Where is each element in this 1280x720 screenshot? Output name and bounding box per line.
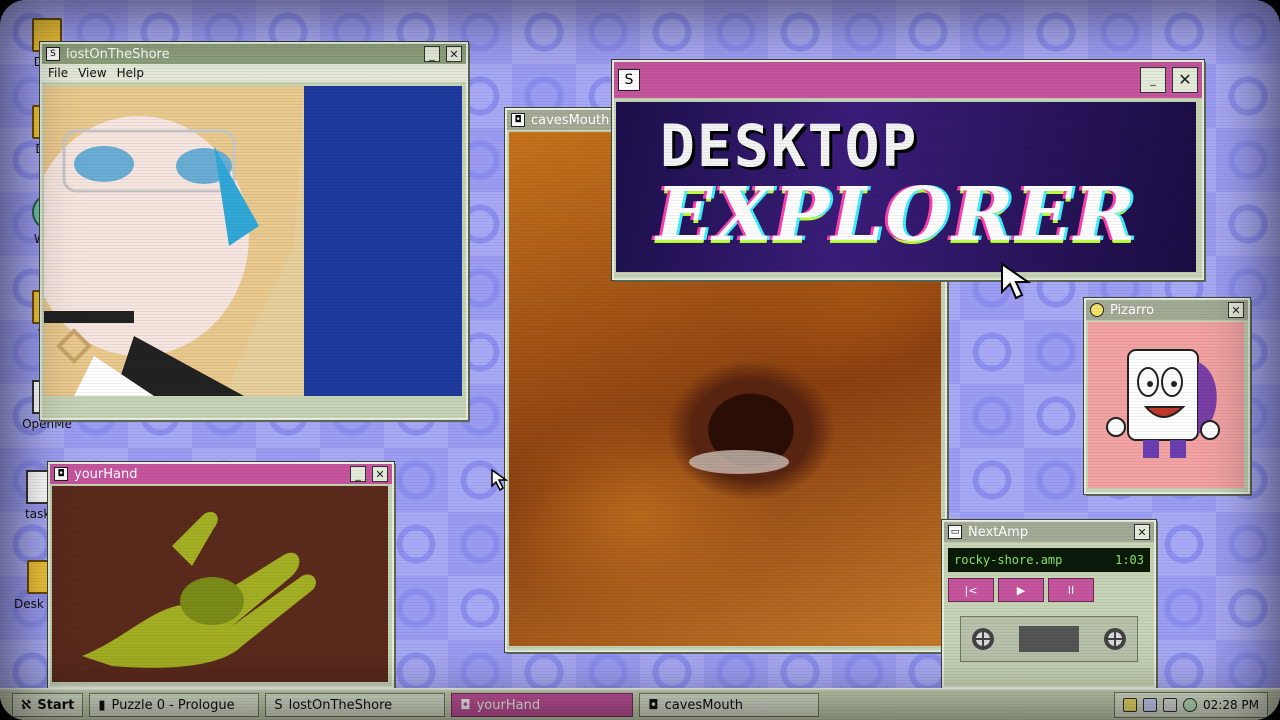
window-titlebar[interactable]: S lostOnTheShore _ ✕ [42,44,466,64]
tape-window [1019,626,1079,652]
app-icon: S [46,47,60,61]
close-button[interactable]: ✕ [1134,524,1150,540]
app-icon: ◘ [511,113,525,127]
window-titlebar[interactable]: Pizarro ✕ [1086,300,1248,320]
character-portrait [44,86,462,396]
close-button[interactable]: ✕ [1228,302,1244,318]
taskbar-item-label: yourHand [476,697,541,713]
previous-button[interactable]: |< [948,578,994,602]
start-logo-icon: ℵ [21,697,32,713]
logo-line-desktop: DESKTOP [660,112,919,180]
window-pizarro[interactable]: Pizarro ✕ [1084,298,1250,494]
minimize-button[interactable]: _ [350,466,366,482]
clock-icon[interactable] [1183,698,1197,712]
taskbar-item-label: cavesMouth [664,697,743,713]
app-icon: ▭ [948,525,962,539]
minimize-button[interactable]: _ [1140,67,1166,93]
close-button[interactable]: ✕ [372,466,388,482]
start-label: Start [37,697,75,713]
taskbar-item-lost-on-the-shore[interactable]: S lostOnTheShore [265,693,446,717]
window-titlebar[interactable]: ◘ yourHand _ ✕ [50,464,392,484]
app-icon: ◘ [648,697,659,713]
track-name: rocky-shore.amp [954,553,1063,567]
reel-left-icon [972,628,994,650]
clock: 02:28 PM [1203,698,1259,712]
window-your-hand[interactable]: ◘ yourHand _ ✕ [48,462,394,688]
hand-image [52,486,388,682]
play-button[interactable]: ▶ [998,578,1044,602]
puzzle-icon: ▮ [98,697,106,713]
window-title: NextAmp [968,524,1029,540]
taskbar-item-caves-mouth[interactable]: ◘ cavesMouth [639,693,820,717]
taskbar-item-puzzle[interactable]: ▮ Puzzle 0 - Prologue [89,693,260,717]
taskbar: ℵ Start ▮ Puzzle 0 - Prologue S lostOnTh… [0,688,1280,720]
mouse-cursor [1001,262,1032,300]
mouse-cursor-small [491,468,509,492]
cassette-deck [960,616,1138,662]
reel-right-icon [1104,628,1126,650]
lightbulb-icon[interactable] [1123,698,1137,712]
menu-help[interactable]: Help [117,66,144,80]
system-tray: 02:28 PM [1114,692,1268,718]
start-button[interactable]: ℵ Start [12,693,84,717]
window-title: lostOnTheShore [66,46,170,62]
minimize-button[interactable]: _ [424,46,440,62]
pizarro-mascot [1088,322,1244,488]
window-title: Pizarro [1110,302,1155,318]
window-nextamp[interactable]: ▭ NextAmp ✕ rocky-shore.amp 1:03 |< ▶ II [942,520,1156,688]
monitor-icon[interactable] [1143,698,1157,712]
window-title: yourHand [74,466,138,482]
taskbar-item-label: Puzzle 0 - Prologue [111,697,235,713]
logo-line-explorer: EXPLORER [656,172,1138,258]
track-time: 1:03 [1115,553,1144,567]
close-button[interactable]: ✕ [1172,67,1198,93]
taskbar-item-your-hand[interactable]: ◘ yourHand [451,693,634,717]
lightbulb-icon [1090,303,1104,317]
app-icon: ◘ [460,697,471,713]
mascot-art [1106,349,1220,458]
window-lost-on-the-shore[interactable]: S lostOnTheShore _ ✕ File View Help [40,42,468,420]
app-icon: ◘ [54,467,68,481]
music-icon[interactable] [1163,698,1177,712]
menu-view[interactable]: View [78,66,106,80]
hand-art [82,511,316,668]
window-desktop-explorer-logo[interactable]: S _ ✕ DESKTOP EXPLORER [612,60,1204,280]
menu-file[interactable]: File [48,66,68,80]
track-display: rocky-shore.amp 1:03 [948,548,1150,572]
window-titlebar[interactable]: S _ ✕ [614,62,1202,98]
taskbar-item-label: lostOnTheShore [288,697,393,713]
pause-button[interactable]: II [1048,578,1094,602]
app-icon: S [618,69,640,91]
menu-bar: File View Help [42,64,466,82]
portrait-art [44,86,304,396]
window-titlebar[interactable]: ▭ NextAmp ✕ [944,522,1154,542]
logo-banner: DESKTOP EXPLORER [616,102,1196,272]
app-icon: S [274,697,283,713]
desktop: Dow Doc Web Wa OpenMe taskli Desk Exp ◘ … [0,0,1280,720]
close-button[interactable]: ✕ [446,46,462,62]
